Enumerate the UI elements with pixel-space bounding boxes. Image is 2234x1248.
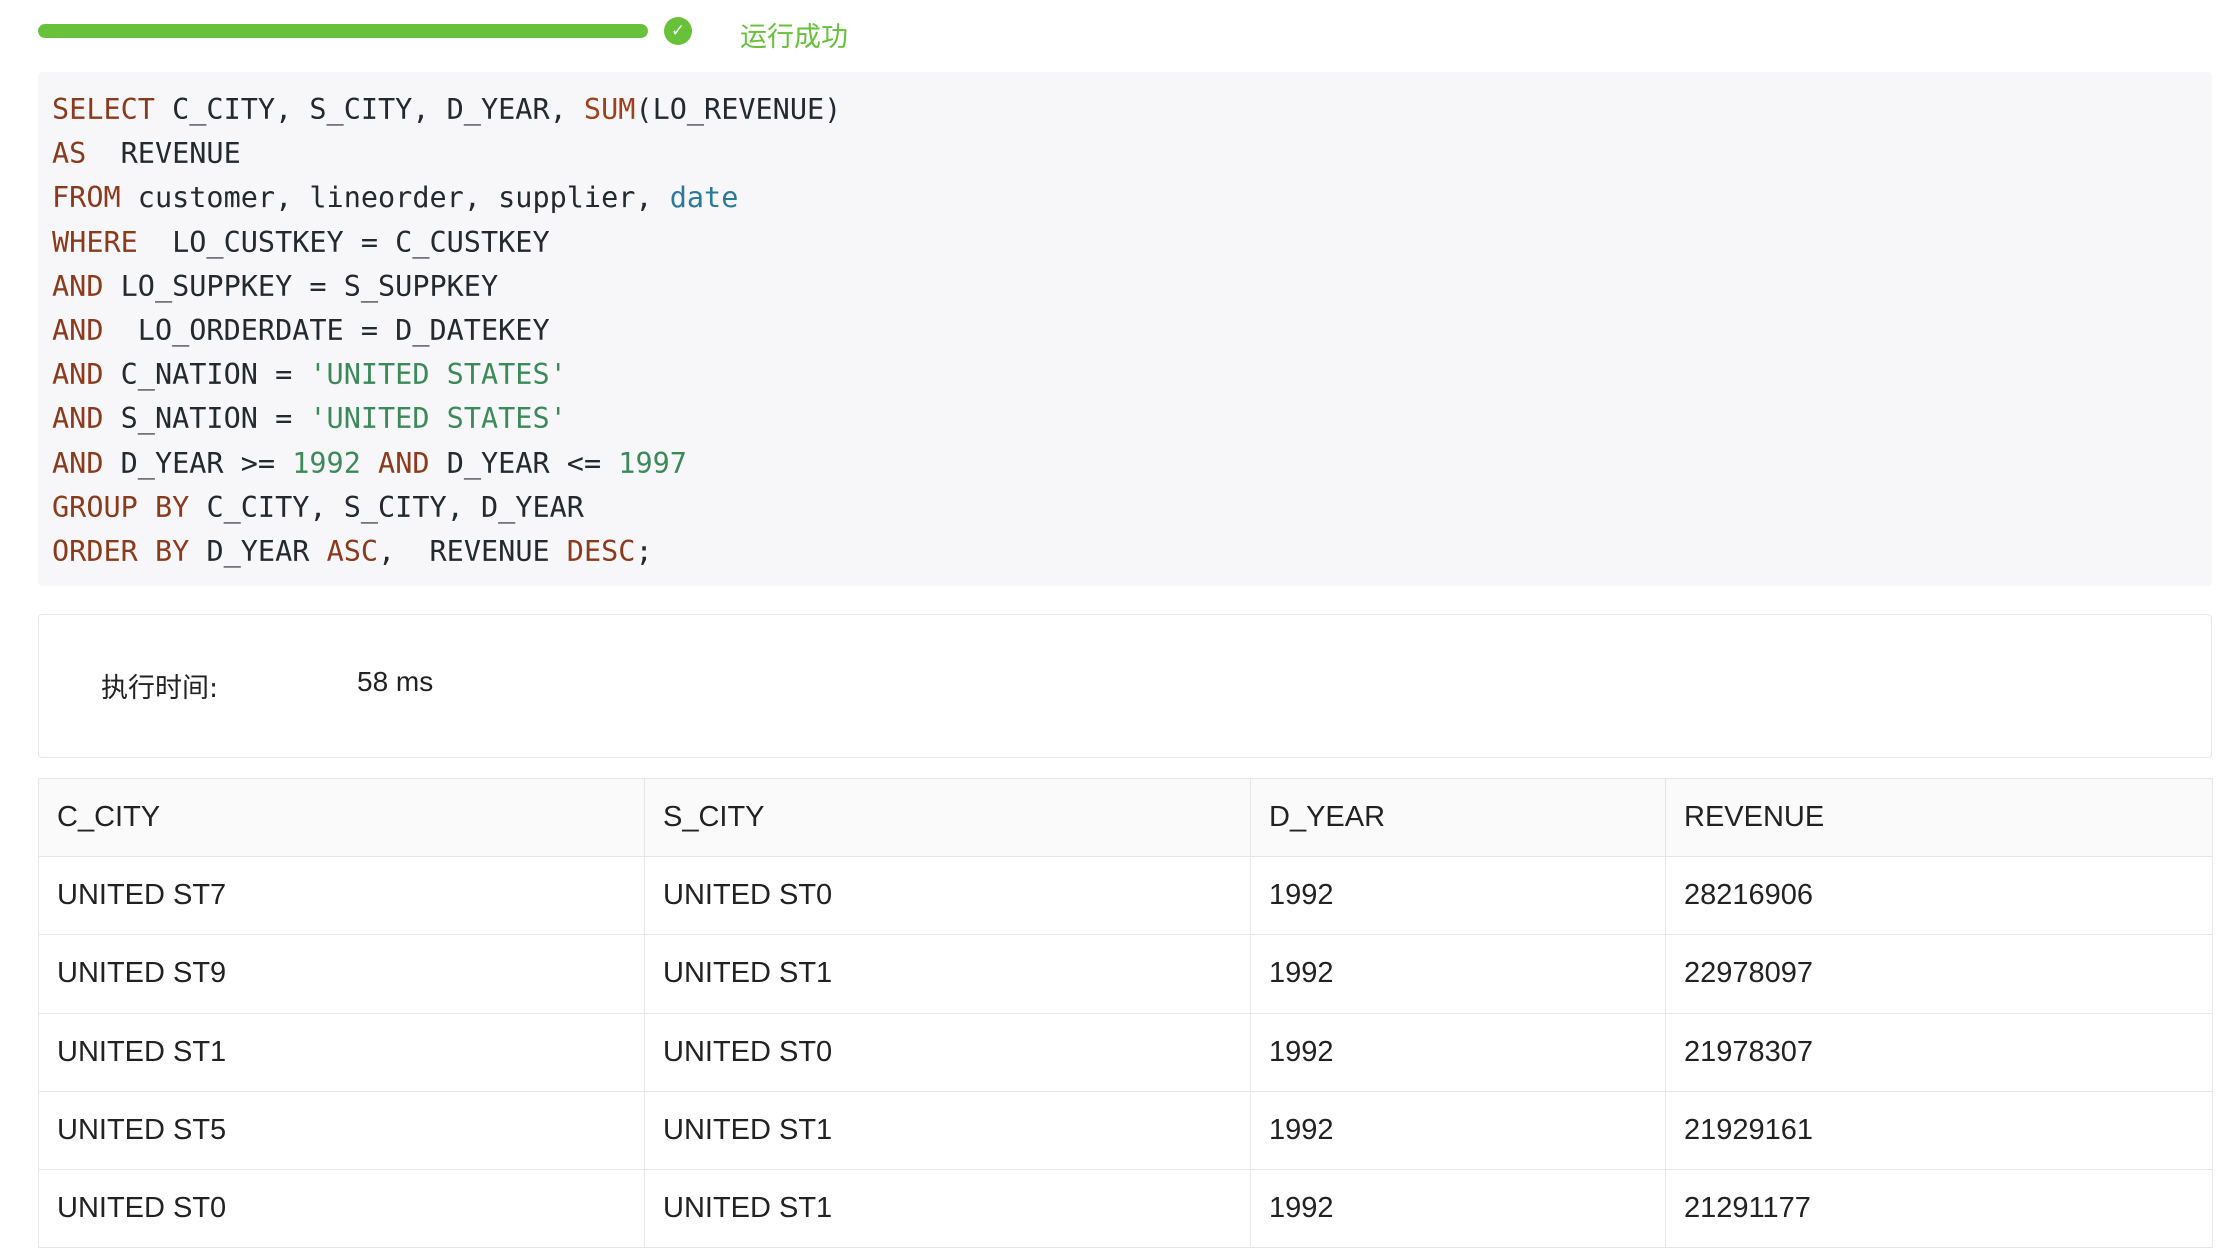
sql-code-line: WHERE LO_CUSTKEY = C_CUSTKEY [52, 221, 2198, 265]
table-cell: 1992 [1250, 1091, 1666, 1170]
sql-token-text: C_NATION = [103, 358, 310, 392]
sql-token-number: 1997 [618, 446, 687, 480]
table-row: UNITED ST9 UNITED ST1 1992 22978097 [38, 934, 2213, 1014]
sql-token-keyword: AND [52, 313, 104, 347]
table-cell: 28216906 [1665, 856, 2213, 936]
sql-code-line: SELECT C_CITY, S_CITY, D_YEAR, SUM(LO_RE… [52, 88, 2198, 132]
run-status-text: 运行成功 [740, 22, 848, 53]
sql-token-keyword: AND [52, 358, 104, 392]
table-cell: UNITED ST1 [644, 934, 1251, 1014]
sql-token-string: 'UNITED STATES' [309, 402, 567, 436]
sql-token-keyword: AND [52, 269, 104, 303]
table-cell: UNITED ST1 [38, 1013, 645, 1092]
sql-code-line: AND C_NATION = 'UNITED STATES' [52, 353, 2198, 397]
progress-bar-fill [38, 24, 648, 38]
sql-code-line: GROUP BY C_CITY, S_CITY, D_YEAR [52, 486, 2198, 530]
table-row: UNITED ST1 UNITED ST0 1992 21978307 [38, 1013, 2213, 1092]
sql-token-text: D_YEAR [189, 534, 327, 568]
check-circle-icon: ✓ [664, 17, 692, 45]
column-header-c-city[interactable]: C_CITY [38, 778, 645, 858]
table-cell: 21978307 [1665, 1013, 2213, 1092]
sql-code-line: AS REVENUE [52, 132, 2198, 176]
table-cell: UNITED ST0 [644, 1013, 1251, 1092]
sql-token-text [361, 447, 378, 480]
table-cell: UNITED ST5 [38, 1091, 645, 1170]
sql-token-text: C_CITY, S_CITY, D_YEAR, [154, 93, 584, 126]
sql-token-keyword: AND [378, 446, 430, 480]
sql-token-text: REVENUE [86, 137, 241, 171]
execution-time-card: 执行时间: 58 ms [38, 614, 2212, 758]
table-header-row: C_CITY S_CITY D_YEAR REVENUE [38, 778, 2213, 858]
column-header-revenue[interactable]: REVENUE [1665, 778, 2213, 858]
sql-token-keyword: DESC [566, 534, 636, 568]
sql-token-function: SUM [583, 93, 636, 126]
execution-time-value: 58 ms [357, 666, 434, 697]
table-row: UNITED ST5 UNITED ST1 1992 21929161 [38, 1091, 2213, 1170]
sql-code-line: ORDER BY D_YEAR ASC, REVENUE DESC; [52, 530, 2198, 574]
sql-token-text: (LO_REVENUE) [635, 93, 842, 126]
table-cell: UNITED ST7 [38, 856, 645, 936]
table-cell: 22978097 [1665, 934, 2213, 1014]
sql-token-text: LO_CUSTKEY = C_CUSTKEY [137, 225, 550, 259]
sql-token-text: customer, lineorder, supplier, [120, 181, 670, 215]
sql-code-line: FROM customer, lineorder, supplier, date [52, 176, 2198, 220]
sql-token-keyword: WHERE [52, 225, 138, 259]
column-header-d-year[interactable]: D_YEAR [1250, 778, 1666, 858]
sql-token-text: LO_SUPPKEY = S_SUPPKEY [103, 269, 499, 303]
sql-token-text: LO_ORDERDATE = D_DATEKEY [103, 313, 550, 347]
progress-bar [38, 24, 648, 38]
table-cell: UNITED ST9 [38, 934, 645, 1014]
sql-token-keyword: AS [52, 137, 87, 171]
sql-token-text: D_YEAR <= [429, 446, 619, 480]
sql-token-keyword: FROM [52, 181, 121, 215]
table-cell: 1992 [1250, 1013, 1666, 1092]
sql-token-text: C_CITY, S_CITY, D_YEAR [189, 490, 584, 524]
table-cell: 21929161 [1665, 1091, 2213, 1170]
sql-token-keyword: SELECT [52, 93, 155, 126]
sql-token-text: , REVENUE [378, 534, 567, 568]
table-cell: 1992 [1250, 934, 1666, 1014]
column-header-s-city[interactable]: S_CITY [644, 778, 1251, 858]
sql-token-keyword: ORDER BY [52, 534, 190, 568]
table-row: UNITED ST7 UNITED ST0 1992 28216906 [38, 856, 2213, 936]
sql-code-line: AND LO_SUPPKEY = S_SUPPKEY [52, 265, 2198, 309]
execution-time-label: 执行时间: [101, 673, 219, 704]
run-status-bar: ✓ 运行成功 [38, 10, 1038, 53]
result-table: C_CITY S_CITY D_YEAR REVENUE UNITED ST7 … [38, 778, 2213, 1248]
sql-code-block: SELECT C_CITY, S_CITY, D_YEAR, SUM(LO_RE… [38, 72, 2212, 586]
sql-token-keyword: AND [52, 446, 104, 480]
sql-token-keyword: ASC [326, 534, 379, 568]
sql-token-number: 1992 [292, 446, 361, 480]
sql-code-line: AND LO_ORDERDATE = D_DATEKEY [52, 309, 2198, 353]
sql-token-string: 'UNITED STATES' [309, 358, 567, 392]
sql-token-text: S_NATION = [103, 402, 310, 436]
table-cell: 1992 [1250, 856, 1666, 936]
sql-token-text: D_YEAR >= [103, 446, 293, 480]
sql-token-keyword: GROUP BY [52, 490, 190, 524]
table-cell: UNITED ST0 [644, 856, 1251, 936]
sql-code-line: AND S_NATION = 'UNITED STATES' [52, 397, 2198, 441]
sql-token-keyword: AND [52, 402, 104, 436]
sql-token-text: ; [635, 534, 653, 568]
sql-code-line: AND D_YEAR >= 1992 AND D_YEAR <= 1997 [52, 442, 2198, 486]
sql-token-type: date [669, 181, 739, 215]
table-cell: UNITED ST1 [644, 1091, 1251, 1170]
